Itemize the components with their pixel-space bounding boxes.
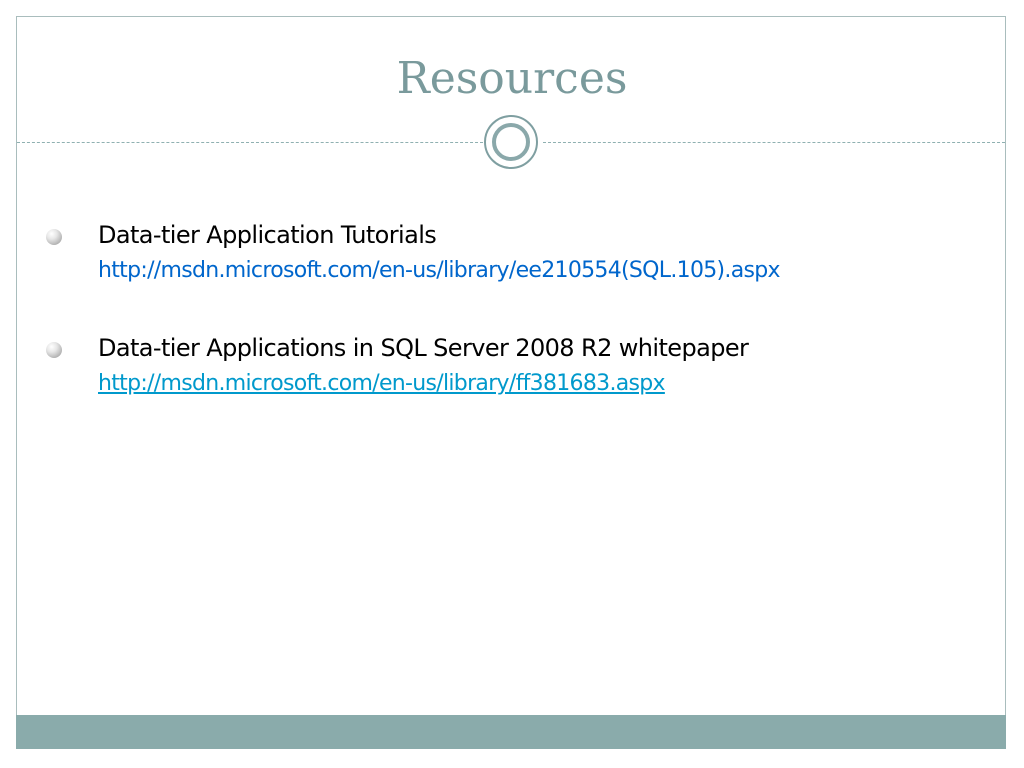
bullet-text: Data-tier Application Tutorials	[98, 221, 437, 249]
sphere-bullet-icon	[46, 342, 62, 358]
sphere-bullet-icon	[46, 229, 62, 245]
resource-link[interactable]: http://msdn.microsoft.com/en-us/library/…	[98, 256, 781, 286]
resource-link[interactable]: http://msdn.microsoft.com/en-us/library/…	[98, 369, 666, 399]
bullet-list: Data-tier Application Tutorials http://m…	[0, 0, 1024, 768]
footer-bar	[16, 715, 1006, 749]
slide: Resources Data-tier Application Tutorial…	[0, 0, 1024, 768]
bullet-text: Data-tier Applications in SQL Server 200…	[98, 334, 749, 362]
